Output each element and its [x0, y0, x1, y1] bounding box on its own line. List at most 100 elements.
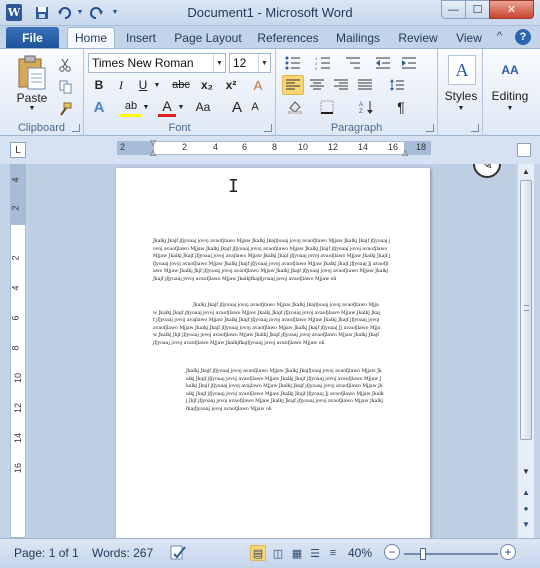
increase-indent-icon[interactable]: [398, 53, 420, 73]
draft-icon[interactable]: ≡: [325, 545, 341, 561]
styles-launcher-icon[interactable]: [471, 124, 479, 132]
highlight-button[interactable]: ab: [120, 97, 142, 117]
clipboard-group-label: Clipboard: [17, 122, 66, 134]
align-left-icon[interactable]: [282, 75, 304, 95]
editing-button[interactable]: Editing: [483, 89, 537, 103]
maximize-button[interactable]: ☐: [465, 0, 490, 19]
font-size-box[interactable]: 12 ▼: [229, 53, 271, 73]
align-right-icon[interactable]: [330, 75, 352, 95]
scroll-down-arrow-icon[interactable]: ▼: [518, 464, 534, 478]
page-count[interactable]: Page: 1 of 1: [14, 544, 79, 562]
font-size-dropdown-icon[interactable]: ▼: [258, 54, 270, 72]
strikethrough-button[interactable]: abc: [168, 75, 194, 95]
font-name-box[interactable]: Times New Roman ▼: [88, 53, 226, 73]
align-center-icon[interactable]: [306, 75, 328, 95]
vruler-number: 4: [10, 177, 21, 183]
font-launcher-icon[interactable]: [264, 124, 272, 132]
tab-view[interactable]: View: [449, 27, 489, 48]
text-effects-button[interactable]: A: [90, 97, 108, 117]
document-paragraph[interactable]: Jkalkj Jkajf jfjyoaaj jovoj avaofjlawo M…: [186, 368, 384, 413]
tab-home[interactable]: Home: [67, 27, 115, 48]
tab-review[interactable]: Review: [393, 27, 443, 48]
full-screen-reading-icon[interactable]: ◫: [270, 545, 286, 561]
proofing-icon[interactable]: [168, 544, 188, 562]
superscript-button[interactable]: x²: [220, 75, 242, 95]
styles-gallery-icon[interactable]: A: [448, 55, 476, 85]
vertical-scrollbar[interactable]: ▲ ▼ ▲ ● ▼: [517, 164, 534, 538]
hanging-indent-marker[interactable]: △: [150, 148, 156, 157]
minimize-ribbon-icon[interactable]: ^: [497, 30, 502, 42]
shrink-font-button[interactable]: A: [247, 97, 263, 117]
document-paragraph[interactable]: Jkalkj Jkajf jfjyoaaj jovoj avaofjlawo M…: [153, 238, 391, 283]
zoom-slider-thumb[interactable]: [420, 548, 426, 560]
paste-icon[interactable]: [16, 55, 48, 91]
decrease-indent-icon[interactable]: [372, 53, 394, 73]
next-page-icon[interactable]: ▼: [518, 516, 534, 532]
document-page[interactable]: I Jkalkj Jkajf jfjyoaaj jovoj avaofjlawo…: [116, 168, 430, 538]
scroll-up-arrow-icon[interactable]: ▲: [518, 164, 534, 178]
tab-page-layout[interactable]: Page Layout: [170, 27, 246, 48]
highlight-dropdown-icon[interactable]: ▼: [142, 97, 150, 117]
tab-mailings[interactable]: Mailings: [328, 27, 388, 48]
tab-references[interactable]: References: [253, 27, 323, 48]
paragraph-launcher-icon[interactable]: [426, 124, 434, 132]
line-spacing-icon[interactable]: [386, 75, 408, 95]
right-indent-marker[interactable]: △: [402, 148, 408, 157]
copy-icon[interactable]: [56, 77, 74, 97]
styles-button[interactable]: Styles: [440, 89, 482, 103]
document-paragraph[interactable]: Jkalkj Jkajf jfjyoaaj jovoj avaofjlawo M…: [153, 302, 381, 347]
tab-selector-button[interactable]: L: [10, 142, 26, 158]
font-color-dropdown-icon[interactable]: ▼: [177, 97, 185, 117]
zoom-level[interactable]: 40%: [348, 544, 372, 562]
paintbrush-icon[interactable]: [56, 99, 74, 119]
help-icon[interactable]: ?: [515, 29, 531, 45]
grow-font-button[interactable]: A: [229, 97, 245, 117]
change-case-button[interactable]: Aa: [190, 97, 216, 117]
underline-button[interactable]: U: [134, 75, 152, 95]
numbering-icon[interactable]: 123: [312, 53, 334, 73]
editing-dropdown-icon[interactable]: ▼: [504, 105, 516, 112]
outline-icon[interactable]: ☰: [307, 545, 323, 561]
ruler-strip[interactable]: 2 2 4 6 8 10 12 14 16 18 ▽ △ △: [117, 138, 431, 157]
minimize-button[interactable]: —: [441, 0, 466, 19]
multilevel-list-icon[interactable]: [342, 53, 364, 73]
borders-icon[interactable]: [316, 97, 338, 117]
bullets-icon[interactable]: [282, 53, 304, 73]
underline-dropdown-icon[interactable]: ▼: [153, 75, 161, 95]
show-marks-button[interactable]: ¶: [390, 97, 412, 117]
paste-dropdown-icon[interactable]: ▼: [26, 105, 38, 112]
vruler-number: 8: [10, 345, 21, 351]
close-button[interactable]: ✕: [489, 0, 534, 19]
font-color-button[interactable]: A: [158, 97, 176, 117]
document-canvas[interactable]: I Jkalkj Jkajf jfjyoaaj jovoj avaofjlawo…: [28, 164, 516, 538]
web-layout-icon[interactable]: ▦: [289, 545, 305, 561]
view-ruler-button[interactable]: [517, 143, 531, 157]
vertical-ruler[interactable]: 4 2 2 4 6 8 10 12 14 16: [10, 164, 26, 538]
clipboard-launcher-icon[interactable]: [72, 124, 80, 132]
zoom-slider[interactable]: [404, 548, 498, 560]
zoom-out-button[interactable]: −: [384, 544, 400, 560]
binoculars-icon[interactable]: AA: [495, 55, 525, 85]
subscript-button[interactable]: x₂: [196, 75, 218, 95]
paste-button[interactable]: Paste: [10, 91, 54, 105]
tab-file[interactable]: File: [6, 27, 59, 48]
styles-group: A Styles ▼: [440, 49, 482, 136]
first-line-indent-marker[interactable]: ▽: [150, 138, 156, 147]
previous-page-icon[interactable]: ▲: [518, 484, 534, 500]
pen-input-icon[interactable]: ✎: [473, 164, 501, 178]
justify-icon[interactable]: [354, 75, 376, 95]
sort-icon[interactable]: AZ: [356, 97, 378, 117]
italic-button[interactable]: I: [112, 75, 130, 95]
tab-insert[interactable]: Insert: [118, 27, 164, 48]
shading-icon[interactable]: [284, 97, 306, 117]
print-layout-icon[interactable]: ▤: [250, 545, 266, 561]
styles-dropdown-icon[interactable]: ▼: [455, 105, 467, 112]
scroll-thumb[interactable]: [520, 180, 532, 440]
clear-formatting-button[interactable]: A: [247, 75, 269, 95]
scissors-icon[interactable]: [56, 55, 74, 75]
zoom-in-button[interactable]: +: [500, 544, 516, 560]
font-name-dropdown-icon[interactable]: ▼: [213, 54, 225, 72]
bold-button[interactable]: B: [90, 75, 108, 95]
word-count[interactable]: Words: 267: [92, 544, 153, 562]
select-browse-object-icon[interactable]: ●: [518, 500, 534, 516]
